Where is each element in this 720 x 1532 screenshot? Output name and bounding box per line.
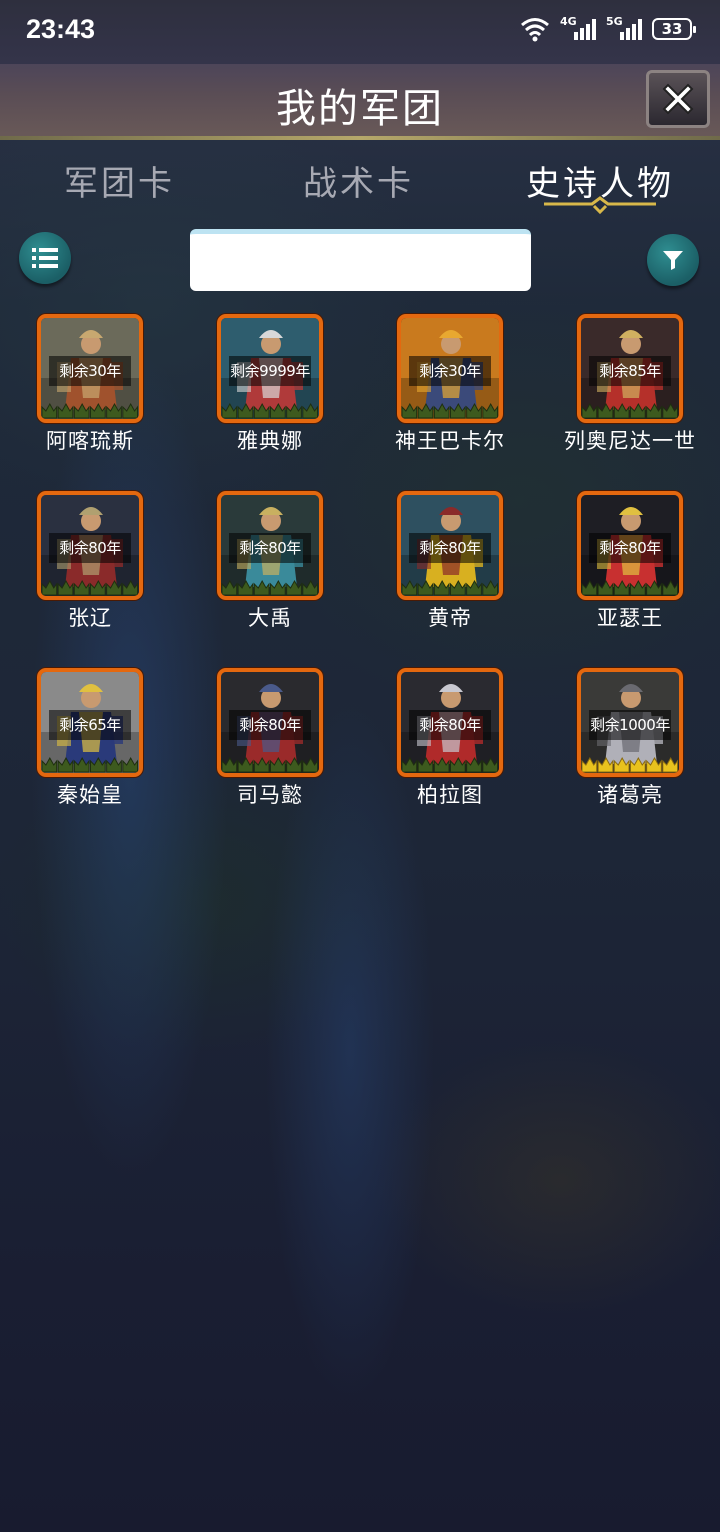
status-icons: 4G 5G 33 [520, 15, 696, 42]
hero-card[interactable]: 剩余80年 大禹 [180, 490, 360, 640]
remaining-time-label: 剩余80年 [229, 533, 311, 563]
hero-card[interactable]: 剩余65年 秦始皇 [0, 667, 180, 817]
hero-card[interactable]: 剩余85年 列奥尼达一世 [540, 313, 720, 463]
star-crown-rank-icon [221, 579, 319, 596]
remaining-time-label: 剩余9999年 [229, 356, 311, 386]
remaining-time-label: 剩余80年 [49, 533, 131, 563]
remaining-time-label: 剩余65年 [49, 710, 131, 740]
hero-name: 亚瑟王 [597, 606, 663, 630]
clock: 23:43 [26, 14, 96, 44]
star-crown-rank-icon [221, 756, 319, 773]
star-crown-rank-icon [41, 402, 139, 419]
hero-card[interactable]: 剩余30年 神王巴卡尔 [360, 313, 540, 463]
tab-legion-cards[interactable]: 军团卡 [64, 156, 175, 205]
close-x-icon [662, 83, 694, 115]
hero-card[interactable]: 剩余30年 阿喀琉斯 [0, 313, 180, 463]
remaining-time-label: 剩余80年 [409, 710, 491, 740]
hero-name: 司马懿 [237, 783, 303, 807]
cell-signal-2-icon: 5G [606, 15, 642, 40]
star-crown-rank-icon [581, 402, 679, 419]
star-crown-rank-icon [401, 756, 499, 773]
star-crown-rank-icon [581, 756, 679, 773]
remaining-time-label: 剩余1000年 [589, 710, 671, 740]
hero-portrait[interactable]: 剩余85年 [577, 314, 683, 423]
remaining-time-label: 剩余80年 [409, 533, 491, 563]
hero-card[interactable]: 剩余80年 亚瑟王 [540, 490, 720, 640]
remaining-time-label: 剩余30年 [409, 356, 491, 386]
remaining-time-label: 剩余30年 [49, 356, 131, 386]
hero-card[interactable]: 剩余1000年 诸葛亮 [540, 667, 720, 817]
hero-portrait[interactable]: 剩余9999年 [217, 314, 323, 423]
star-crown-rank-icon [41, 579, 139, 596]
hero-card[interactable]: 剩余80年 司马懿 [180, 667, 360, 817]
page-title: 我的军团 [276, 86, 444, 132]
hero-portrait[interactable]: 剩余30年 [37, 314, 143, 423]
hero-name: 大禹 [248, 606, 292, 630]
hero-name: 列奥尼达一世 [564, 429, 696, 453]
star-crown-rank-icon [41, 756, 139, 773]
list-view-button[interactable] [19, 232, 71, 284]
hero-portrait[interactable]: 剩余80年 [217, 668, 323, 777]
hero-card[interactable]: 剩余80年 黄帝 [360, 490, 540, 640]
filter-button[interactable] [647, 234, 699, 286]
hero-name: 雅典娜 [237, 429, 303, 453]
hero-name: 神王巴卡尔 [395, 429, 505, 453]
hero-name: 黄帝 [428, 606, 472, 630]
remaining-time-label: 剩余85年 [589, 356, 671, 386]
hero-portrait[interactable]: 剩余65年 [37, 668, 143, 777]
wifi-icon [521, 18, 549, 42]
hero-name: 张辽 [68, 606, 112, 630]
hero-portrait[interactable]: 剩余80年 [37, 491, 143, 600]
star-crown-rank-icon [221, 402, 319, 419]
hero-name: 阿喀琉斯 [46, 429, 134, 453]
hero-portrait[interactable]: 剩余1000年 [577, 668, 683, 777]
hero-portrait[interactable]: 剩余80年 [397, 491, 503, 600]
hero-portrait[interactable]: 剩余30年 [397, 314, 503, 423]
filter-funnel-icon [663, 251, 683, 270]
hero-name: 柏拉图 [417, 783, 483, 807]
close-button[interactable] [646, 70, 710, 128]
hero-portrait[interactable]: 剩余80年 [397, 668, 503, 777]
active-tab-underline [544, 196, 656, 215]
hero-card[interactable]: 剩余80年 柏拉图 [360, 667, 540, 817]
battery-level: 33 [661, 20, 683, 38]
remaining-time-label: 剩余80年 [589, 533, 671, 563]
battery-icon: 33 [652, 18, 696, 40]
star-crown-rank-icon [401, 402, 499, 419]
tab-tactic-cards[interactable]: 战术卡 [303, 156, 414, 205]
hero-name: 秦始皇 [57, 783, 123, 807]
hero-name: 诸葛亮 [597, 783, 663, 807]
search-input[interactable] [190, 229, 531, 291]
star-crown-rank-icon [581, 579, 679, 596]
hero-portrait[interactable]: 剩余80年 [217, 491, 323, 600]
hero-portrait[interactable]: 剩余80年 [577, 491, 683, 600]
status-bar: 23:43 4G 5G 33 [0, 0, 720, 64]
cell-signal-1-icon: 4G [560, 15, 596, 40]
list-icon [32, 248, 58, 268]
hero-card[interactable]: 剩余9999年 雅典娜 [180, 313, 360, 463]
hero-card[interactable]: 剩余80年 张辽 [0, 490, 180, 640]
star-crown-rank-icon [401, 579, 499, 596]
remaining-time-label: 剩余80年 [229, 710, 311, 740]
